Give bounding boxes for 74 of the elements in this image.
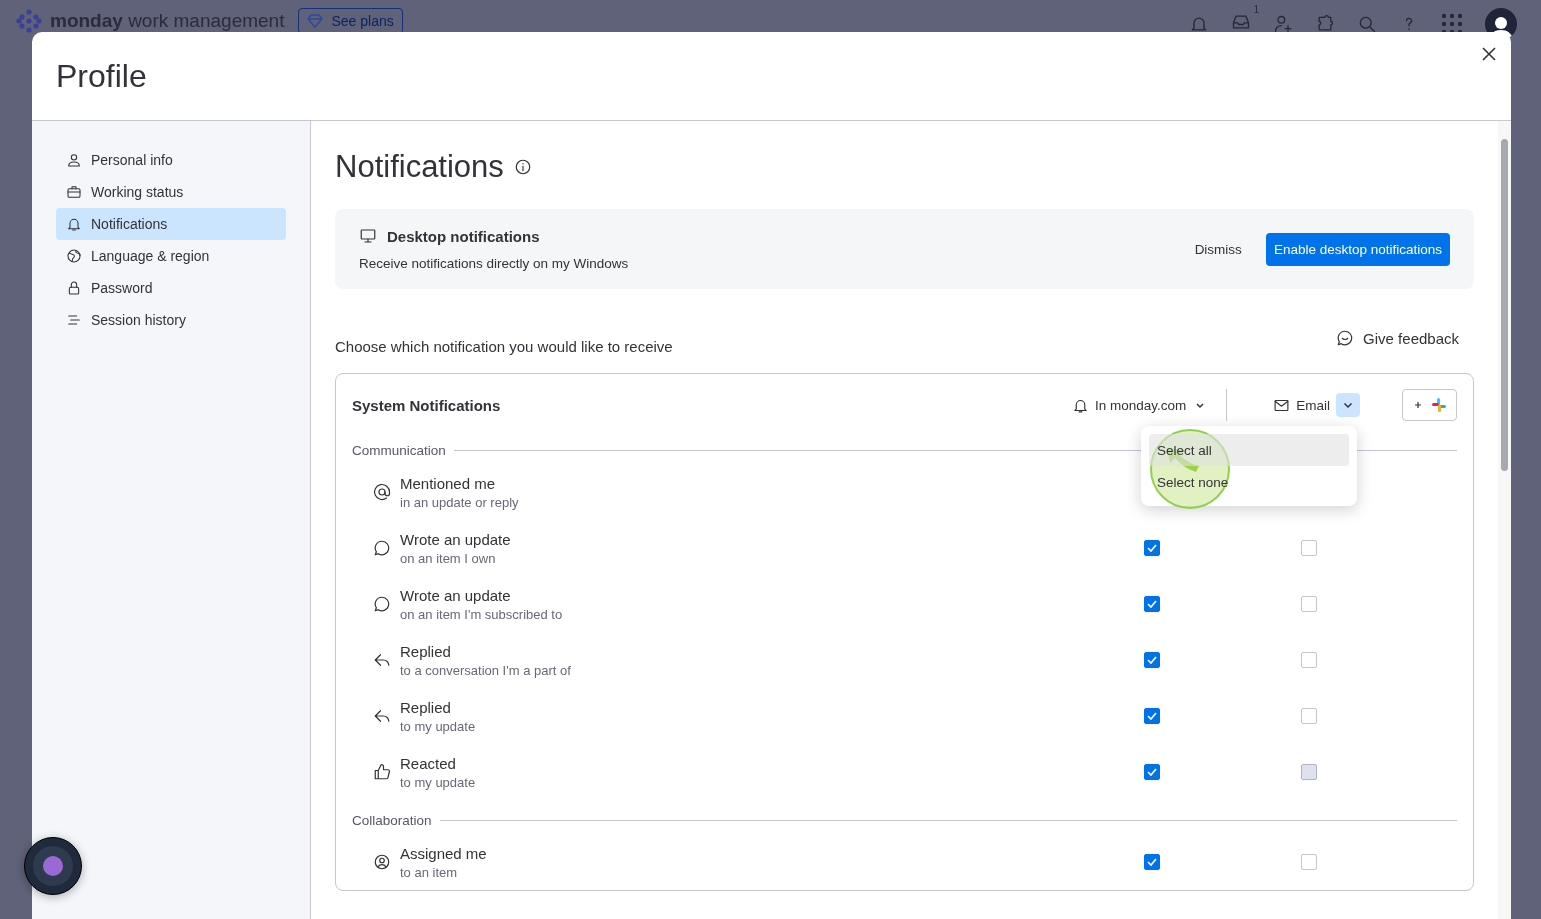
sidebar-item[interactable]: Password [56, 272, 286, 304]
person-circle-icon [373, 853, 391, 871]
checkbox[interactable] [1143, 764, 1160, 780]
plus-icon [1412, 400, 1423, 410]
checkbox[interactable] [1300, 764, 1317, 780]
speech-bubble-icon [373, 595, 391, 613]
checkbox[interactable] [1143, 708, 1160, 724]
card-title: System Notifications [352, 396, 501, 414]
count-label: 1 [1253, 4, 1259, 15]
search-icon [1357, 14, 1377, 34]
reply-arrow-icon [373, 651, 391, 669]
notification-title: Wrote an update [400, 586, 512, 604]
notification-title: Assigned me [400, 844, 488, 862]
notification-subtitle: in an update or reply [400, 494, 520, 510]
notification-subtitle: to my update [400, 774, 477, 790]
sidebar-item[interactable]: Session history [56, 304, 286, 336]
sidebar-item[interactable]: Personal info [56, 144, 286, 176]
banner-title: Desktop notifications [387, 227, 540, 245]
lines-icon [66, 312, 82, 328]
logo-icon [16, 8, 42, 34]
intro-text: Choose which notification you would like to receive [335, 338, 673, 355]
notification-subtitle: to an item [400, 864, 459, 880]
email-column-label: Email [1296, 397, 1330, 413]
notification-subtitle: on an item I'm subscribed to [400, 606, 564, 622]
app-name: monday work management [50, 10, 285, 32]
notification-title: Replied [400, 642, 452, 660]
sidebar-item[interactable]: Language & region [56, 240, 286, 272]
at-sign-icon [373, 483, 391, 501]
in-app-column-dropdown[interactable]: In monday.com [1071, 396, 1209, 414]
checkbox[interactable] [1300, 596, 1317, 612]
section-heading: Collaboration [352, 812, 432, 828]
checkbox[interactable] [1143, 854, 1160, 870]
bell-icon [66, 216, 82, 232]
speech-bubble-icon [373, 539, 391, 557]
notification-subtitle: to a conversation I'm a part of [400, 662, 572, 678]
notification-title: Replied [400, 698, 452, 716]
notification-title: Wrote an update [400, 530, 512, 548]
dismiss-button[interactable]: Dismiss [1178, 233, 1258, 265]
globe-icon [66, 248, 82, 264]
diamond-icon [307, 14, 324, 28]
info-icon [513, 158, 532, 176]
menu-item[interactable]: Select all [1149, 434, 1349, 466]
reply-arrow-icon [373, 707, 391, 725]
lock-icon [66, 280, 82, 296]
add-person-icon [1273, 14, 1293, 34]
checkbox[interactable] [1300, 652, 1317, 668]
checkbox[interactable] [1143, 596, 1160, 612]
checkbox[interactable] [1300, 854, 1317, 870]
thumbs-up-icon [373, 763, 391, 781]
monitor-icon [359, 227, 377, 245]
notification-subtitle: on an item I own [400, 550, 497, 566]
checkbox[interactable] [1143, 652, 1160, 668]
enable-button[interactable]: Enable desktop notifications [1265, 232, 1450, 266]
briefcase-icon [66, 184, 82, 200]
banner-text: Receive notifications directly on my Windows [359, 256, 629, 271]
checkbox[interactable] [1300, 540, 1317, 556]
person-icon [66, 152, 82, 168]
checkbox[interactable] [1143, 540, 1160, 556]
add-slack-button[interactable] [1402, 389, 1457, 421]
page-heading: Notifications [335, 149, 504, 185]
feedback-button[interactable]: Give feedback [1336, 329, 1474, 355]
notification-title: Mentioned me [400, 474, 497, 492]
sidebar-item[interactable]: Working status [56, 176, 286, 208]
notification-subtitle: to my update [400, 718, 477, 734]
cursor-highlight-icon [1149, 428, 1231, 510]
section-heading: Communication [352, 442, 446, 458]
checkbox[interactable] [1300, 708, 1317, 724]
caret-button[interactable] [1336, 393, 1360, 417]
smile-bubble-icon [1336, 329, 1355, 347]
hash-logo-icon [1430, 397, 1447, 413]
notification-title: Reacted [400, 754, 457, 772]
dialog-title: Profile [56, 57, 147, 95]
scrollbar[interactable] [1498, 121, 1511, 919]
sidebar-item[interactable]: Notifications [56, 208, 286, 240]
